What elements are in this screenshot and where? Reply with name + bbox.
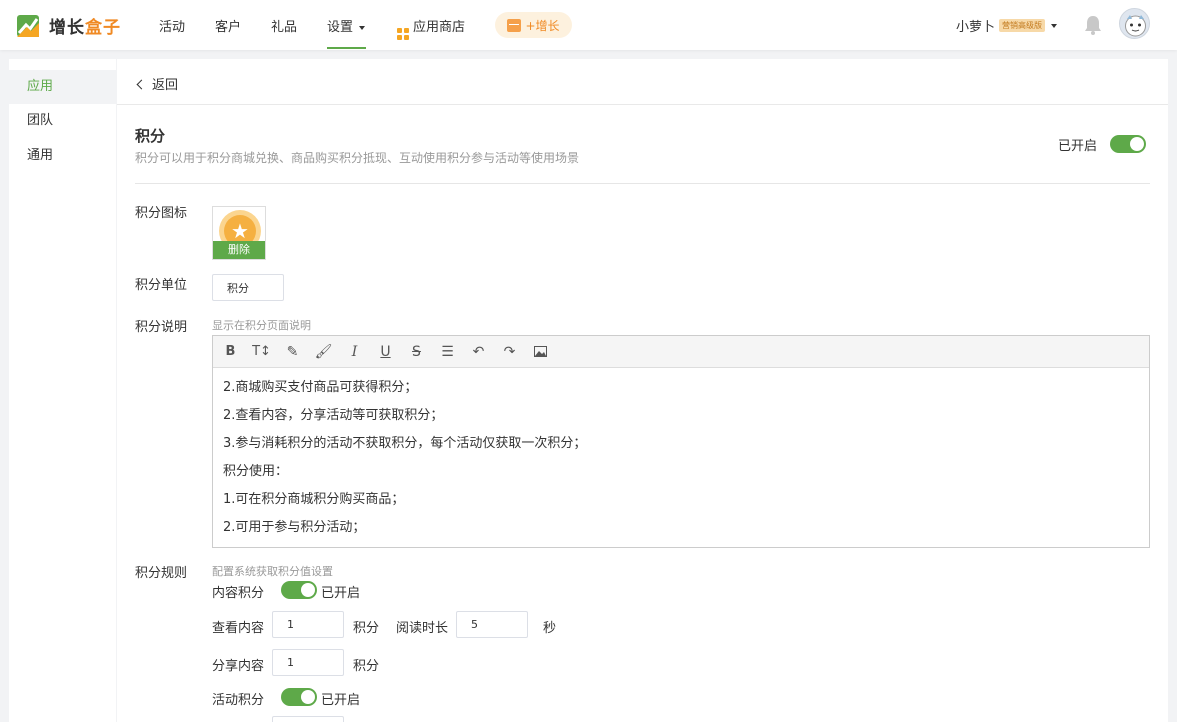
feature-status-label: 已开启 — [1058, 139, 1098, 154]
activity-points-label: 活动积分 — [212, 693, 265, 708]
divider — [135, 183, 1150, 184]
box-icon — [507, 18, 522, 32]
underline-icon[interactable]: U — [373, 340, 398, 364]
italic-icon[interactable]: I — [342, 340, 367, 364]
sidebar-item-apps[interactable]: 应用 — [9, 70, 116, 104]
nav-settings[interactable]: 设置 — [327, 16, 366, 35]
image-icon-glyph — [534, 346, 547, 357]
editor-line: 积分使用： — [223, 464, 289, 479]
view-content-points-input[interactable] — [272, 611, 344, 638]
view-content-label: 查看内容 — [212, 621, 265, 636]
logo-icon — [17, 14, 39, 37]
sidebar: 应用 团队 通用 — [9, 59, 116, 722]
chevron-left-icon — [136, 79, 147, 89]
chevron-down-icon — [359, 25, 366, 30]
app-store-icon — [397, 28, 409, 40]
strikethrough-icon[interactable]: S — [404, 340, 429, 364]
avatar-image — [1125, 15, 1146, 37]
editor-line: 3.参与消耗积分的活动不获取积分，每个活动仅获取一次积分； — [223, 436, 587, 451]
editor-toolbar: B T↕ ✎ 🖌︎ I U S ☰ ↶ ↷ — [213, 336, 1149, 368]
toggle-knob — [1130, 137, 1144, 151]
logo[interactable]: 增长盒子 — [17, 13, 121, 38]
points-icon-preview: ★ 删除 — [212, 206, 266, 260]
share-content-label: 分享内容 — [212, 659, 265, 674]
content-points-toggle[interactable] — [281, 581, 317, 599]
nav-active-indicator — [327, 47, 366, 49]
nav-activity[interactable]: 活动 — [159, 16, 185, 35]
nav-gifts[interactable]: 礼品 — [271, 16, 297, 35]
undo-icon[interactable]: ↶ — [466, 340, 491, 364]
sidebar-item-general[interactable]: 通用 — [9, 139, 116, 173]
editor-line: 2.可用于参与积分活动； — [223, 520, 366, 535]
points-unit-label: 积分单位 — [135, 278, 188, 293]
activity-points-status: 已开启 — [321, 693, 361, 708]
app-store-label: 应用商店 — [413, 20, 466, 35]
activity-points-input[interactable] — [272, 716, 344, 722]
content-points-status: 已开启 — [321, 586, 361, 601]
logo-text: 增长盒子 — [49, 18, 121, 38]
plan-badge: 营销高级版 — [999, 19, 1046, 32]
page-title: 积分 — [135, 127, 166, 145]
divider — [117, 104, 1168, 105]
points-desc-label: 积分说明 — [135, 320, 188, 335]
toggle-knob — [301, 690, 315, 704]
grow-label: +增长 — [525, 18, 560, 33]
back-button[interactable]: 返回 — [136, 74, 179, 93]
editor-line: 2.查看内容，分享活动等可获取积分； — [223, 408, 444, 423]
activity-points-toggle[interactable] — [281, 688, 317, 706]
points-rules-hint: 配置系统获取积分值设置 — [212, 565, 333, 578]
main-panel: 返回 积分 积分可以用于积分商城兑换、商品购买积分抵现、互动使用积分参与活动等使… — [117, 59, 1168, 722]
font-size-icon[interactable]: T↕ — [249, 340, 274, 364]
pen-icon[interactable]: ✎ — [280, 340, 305, 364]
image-icon[interactable] — [528, 340, 553, 364]
toggle-knob — [301, 583, 315, 597]
user-name: 小萝卜 — [956, 20, 996, 35]
grow-button[interactable]: +增长 — [495, 12, 572, 38]
read-duration-input[interactable] — [456, 611, 528, 638]
nav-app-store[interactable]: 应用商店 — [397, 16, 465, 40]
redo-icon[interactable]: ↷ — [497, 340, 522, 364]
editor-line: 2.商城购买支付商品可获得积分； — [223, 380, 418, 395]
brush-icon[interactable]: 🖌︎ — [311, 340, 336, 364]
chevron-down-icon — [1051, 23, 1058, 28]
points-desc-hint: 显示在积分页面说明 — [212, 319, 311, 332]
align-left-icon[interactable]: ☰ — [435, 340, 460, 364]
points-unit-input[interactable] — [212, 274, 284, 301]
page-subtitle: 积分可以用于积分商城兑换、商品购买积分抵现、互动使用积分参与活动等使用场景 — [135, 151, 580, 165]
user-menu[interactable]: 小萝卜 营销高级版 — [956, 16, 1058, 35]
bell-icon[interactable] — [1084, 15, 1102, 35]
back-label: 返回 — [152, 78, 179, 93]
avatar[interactable] — [1119, 8, 1150, 39]
nav-customers[interactable]: 客户 — [215, 16, 241, 35]
feature-toggle[interactable] — [1110, 135, 1146, 153]
share-content-unit: 积分 — [353, 659, 380, 674]
bold-icon[interactable]: B — [218, 340, 243, 364]
nav-settings-label: 设置 — [327, 20, 354, 35]
seconds-unit: 秒 — [543, 621, 557, 636]
points-rules-label: 积分规则 — [135, 566, 188, 581]
read-duration-label: 阅读时长 — [396, 621, 449, 636]
editor-line: 1.可在积分商城积分购买商品； — [223, 492, 405, 507]
top-navigation-bar: 增长盒子 活动 客户 礼品 设置 应用商店 +增长 小萝卜 营销高级版 — [0, 0, 1177, 50]
share-content-points-input[interactable] — [272, 649, 344, 676]
sidebar-item-team[interactable]: 团队 — [9, 104, 116, 138]
delete-icon-button[interactable]: 删除 — [213, 241, 265, 259]
rich-text-editor: B T↕ ✎ 🖌︎ I U S ☰ ↶ ↷ 2.商城购买支付商品可获得积分； 2… — [212, 335, 1150, 548]
points-icon-label: 积分图标 — [135, 206, 188, 221]
content-points-label: 内容积分 — [212, 586, 265, 601]
editor-content[interactable]: 2.商城购买支付商品可获得积分； 2.查看内容，分享活动等可获取积分； 3.参与… — [213, 368, 1149, 548]
view-content-unit: 积分 — [353, 621, 380, 636]
